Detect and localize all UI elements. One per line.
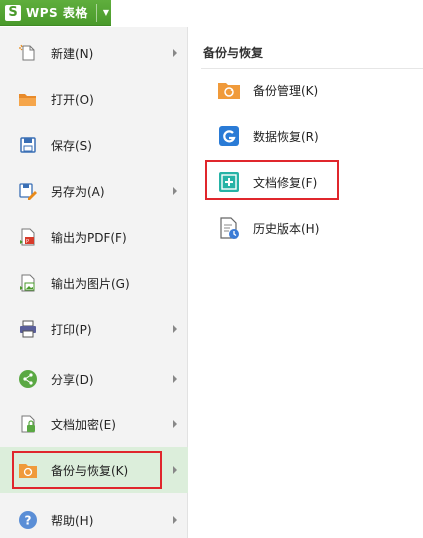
menu-item-label: 文档加密(E) [51, 417, 116, 432]
menu-item-label: 另存为(A) [51, 184, 105, 199]
submenu-item-label: 备份管理(K) [253, 83, 319, 98]
menu-item-label: 打印(P) [51, 322, 92, 337]
submenu-item-backup-manage[interactable]: 备份管理(K) [189, 67, 423, 113]
submenu-arrow-icon [173, 420, 177, 428]
menu-item-export-pdf[interactable]: P 输出为PDF(F) [0, 214, 188, 260]
submenu-arrow-icon [173, 49, 177, 57]
menu-item-help[interactable]: ? 帮助(H) [0, 497, 188, 538]
submenu-item-document-repair[interactable]: 文档修复(F) [189, 159, 423, 205]
submenu-item-history-version[interactable]: 历史版本(H) [189, 205, 423, 251]
export-pdf-icon: P [20, 228, 35, 246]
submenu-item-data-recovery[interactable]: 数据恢复(R) [189, 113, 423, 159]
menu-item-backup-restore[interactable]: 备份与恢复(K) [0, 447, 188, 493]
help-icon: ? [19, 511, 37, 529]
submenu-arrow-icon [173, 375, 177, 383]
document-repair-icon [219, 172, 239, 192]
file-menu: 新建(N) 打开(O) 保存(S) 另存为(A) P 输出为PDF(F) 输出为… [0, 27, 188, 538]
save-as-icon [19, 183, 37, 200]
menu-item-label: 保存(S) [51, 138, 92, 153]
menu-item-label: 输出为PDF(F) [51, 230, 127, 245]
caret-down-icon: ▼ [102, 8, 110, 17]
export-image-icon [20, 274, 35, 292]
printer-icon [20, 320, 36, 338]
data-recovery-icon [219, 126, 239, 146]
new-file-icon [19, 44, 35, 61]
backup-restore-icon [19, 464, 37, 478]
submenu-arrow-icon [173, 187, 177, 195]
menu-item-encrypt[interactable]: 文档加密(E) [0, 401, 188, 447]
submenu-item-label: 文档修复(F) [253, 175, 318, 190]
menu-item-label: 输出为图片(G) [51, 276, 130, 291]
svg-text:P: P [26, 239, 29, 245]
submenu-title: 备份与恢复 [203, 46, 264, 60]
menu-item-label: 帮助(H) [51, 513, 94, 528]
menu-item-print[interactable]: 打印(P) [0, 306, 188, 352]
wps-logo-icon: S [5, 4, 21, 21]
menu-item-save[interactable]: 保存(S) [0, 122, 188, 168]
menu-item-new[interactable]: 新建(N) [0, 30, 188, 76]
svg-text:?: ? [25, 514, 32, 528]
encrypt-icon [21, 415, 35, 433]
menu-item-label: 打开(O) [51, 92, 94, 107]
submenu-arrow-icon [173, 516, 177, 524]
save-icon [20, 137, 36, 153]
menu-item-export-image[interactable]: 输出为图片(G) [0, 260, 188, 306]
menu-item-label: 分享(D) [51, 372, 94, 387]
submenu-arrow-icon [173, 466, 177, 474]
divider [95, 3, 97, 22]
backup-manage-icon [218, 83, 240, 99]
history-version-icon [220, 217, 239, 239]
submenu-arrow-icon [173, 325, 177, 333]
menu-item-save-as[interactable]: 另存为(A) [0, 168, 188, 214]
submenu-panel: 备份与恢复 备份管理(K) 数据恢复(R) 文档修复(F) 历史版本(H) [189, 27, 423, 538]
open-folder-icon [19, 94, 36, 106]
share-icon [19, 370, 37, 388]
app-menu-button[interactable]: S WPS 表格 ▼ [0, 0, 111, 26]
menu-item-open[interactable]: 打开(O) [0, 76, 188, 122]
menu-item-label: 新建(N) [51, 46, 94, 61]
menu-item-share[interactable]: 分享(D) [0, 356, 188, 402]
menu-item-label: 备份与恢复(K) [51, 463, 129, 478]
submenu-item-label: 历史版本(H) [253, 221, 320, 236]
app-title: WPS 表格 [26, 6, 88, 20]
submenu-item-label: 数据恢复(R) [253, 129, 319, 144]
